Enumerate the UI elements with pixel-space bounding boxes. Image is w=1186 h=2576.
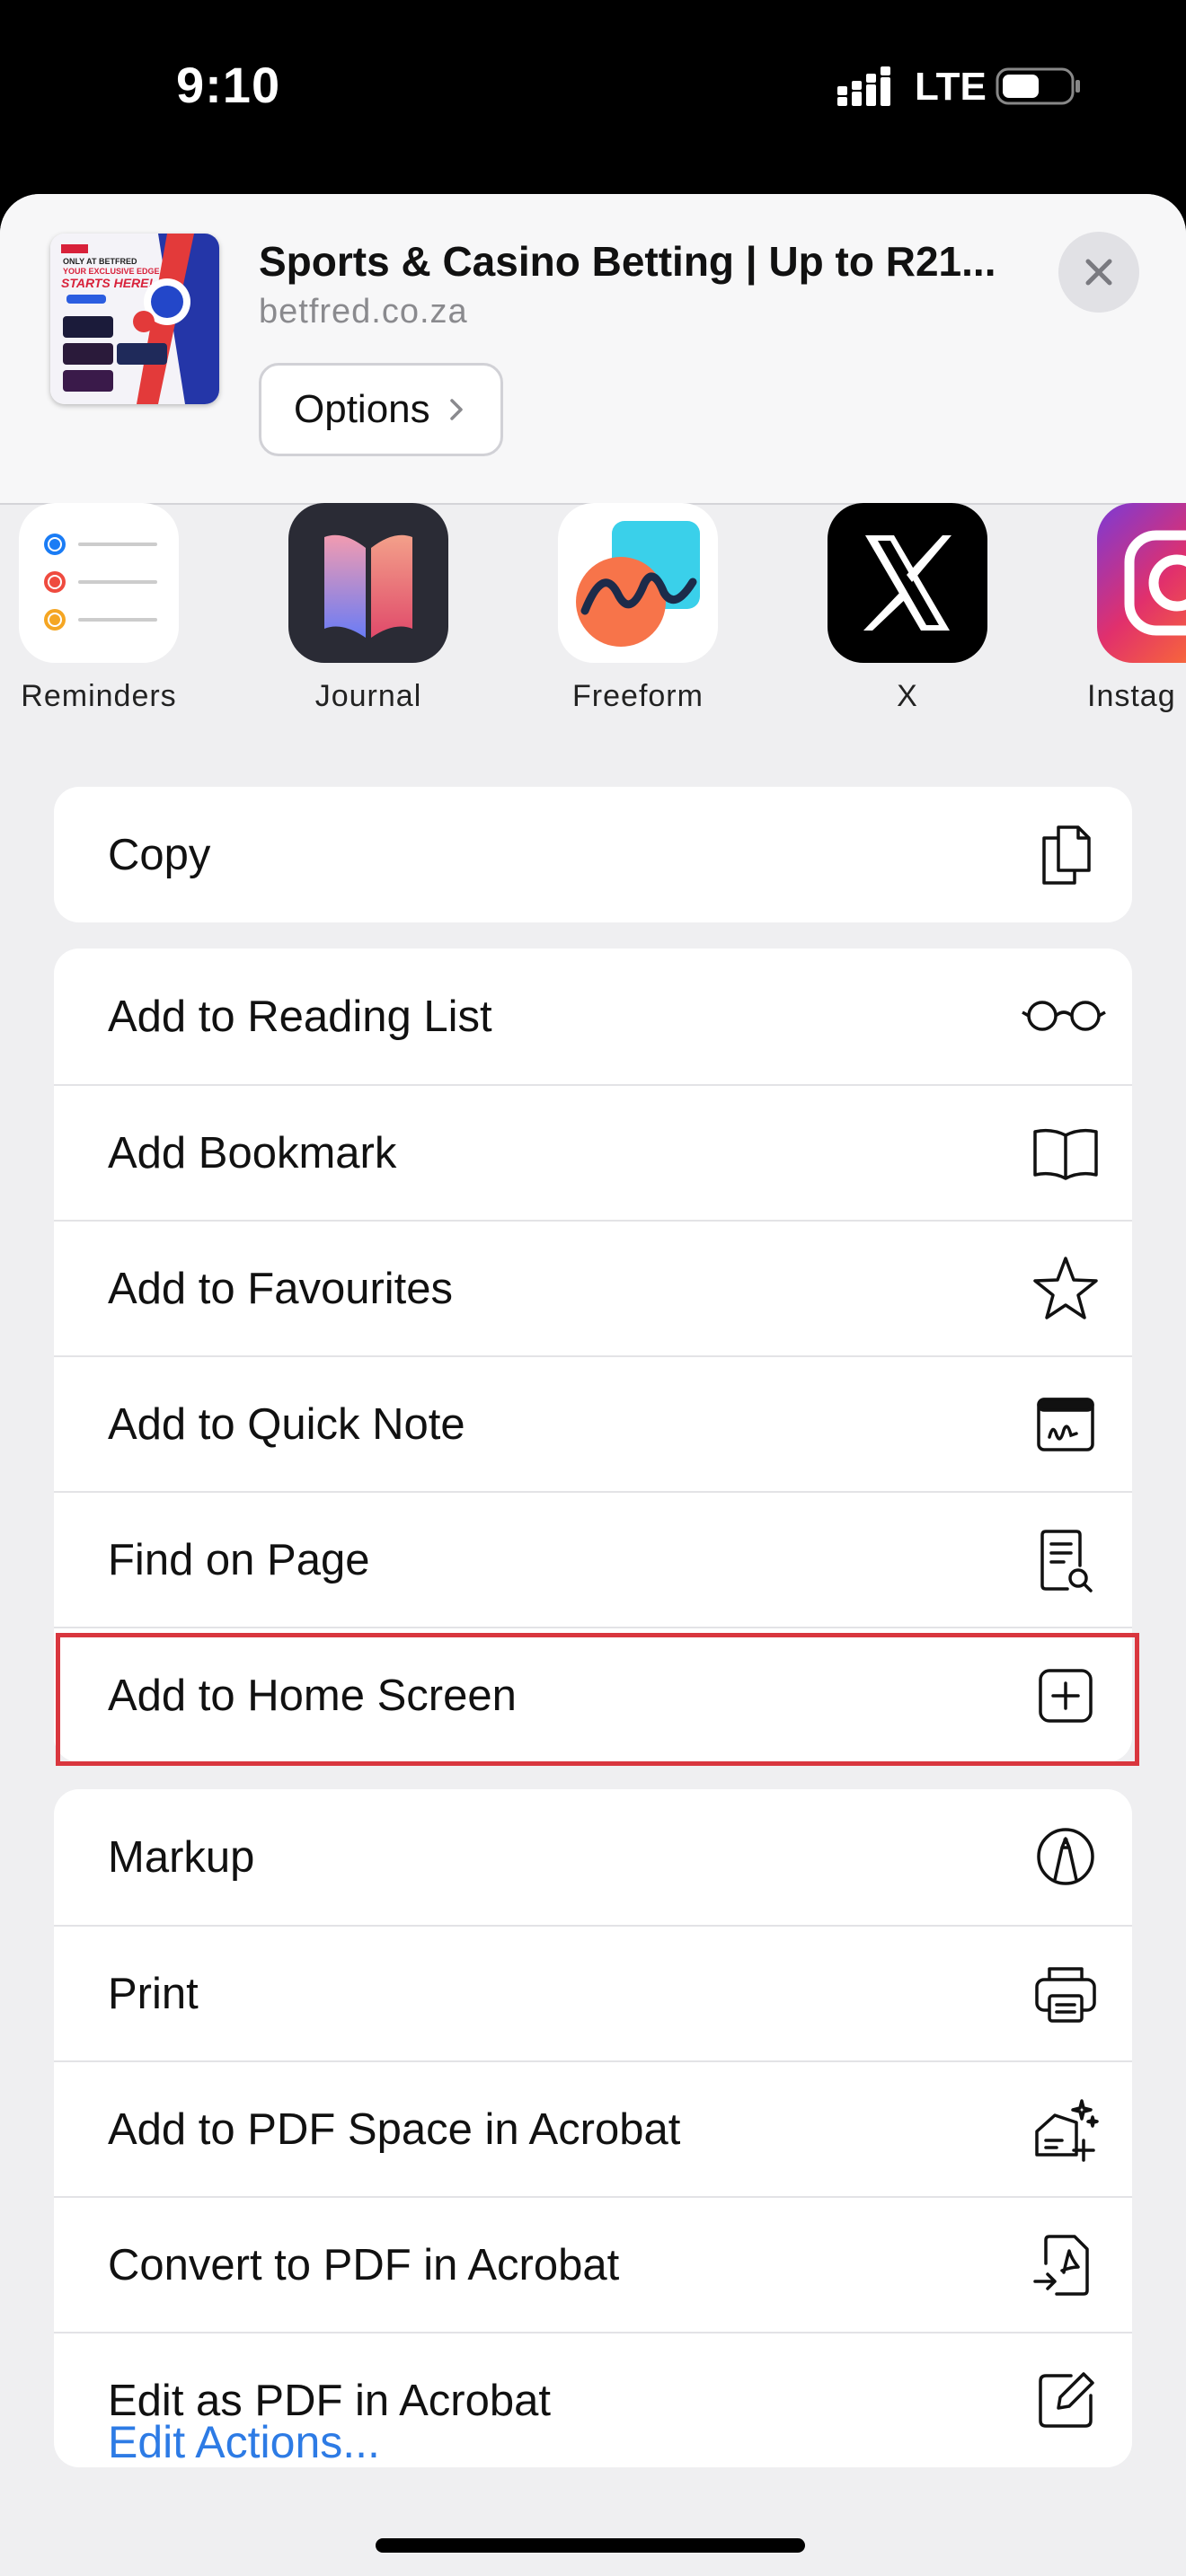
action-markup[interactable]: Markup (54, 1789, 1132, 1925)
action-label: Add to Home Screen (108, 1671, 517, 1720)
find-on-page-icon (1031, 1526, 1100, 1594)
action-add-to-pdf-space[interactable]: Add to PDF Space in Acrobat (54, 2060, 1132, 2196)
share-sheet: ONLY AT BETFRED YOUR EXCLUSIVE EDGE STAR… (0, 194, 1186, 2576)
options-label: Options (294, 387, 430, 431)
share-header: ONLY AT BETFRED YOUR EXCLUSIVE EDGE STAR… (0, 194, 1186, 505)
action-label: Add to Favourites (108, 1264, 454, 1313)
page-title: Sports & Casino Betting | Up to R21... (259, 238, 996, 285)
book-icon (1031, 1119, 1100, 1187)
action-label: Markup (108, 1832, 255, 1882)
app-label: Instag (1087, 679, 1176, 713)
action-label: Copy (108, 830, 211, 879)
action-label: Find on Page (108, 1535, 370, 1584)
star-icon (1031, 1255, 1100, 1323)
action-print[interactable]: Print (54, 1925, 1132, 2060)
action-find-on-page[interactable]: Find on Page (54, 1491, 1132, 1627)
thumb-line3: STARTS HERE! (61, 276, 153, 290)
action-group-copy: Copy (54, 787, 1132, 922)
close-icon (1085, 259, 1112, 286)
app-reminders[interactable]: Reminders (9, 503, 189, 714)
battery-icon (996, 66, 1082, 106)
action-add-to-home-screen[interactable]: Add to Home Screen (54, 1627, 1132, 1762)
action-add-to-reading-list[interactable]: Add to Reading List (54, 948, 1132, 1084)
edit-actions-link[interactable]: Edit Actions... (108, 2416, 380, 2468)
action-group-safari: Add to Reading List Add Bookmark Add to … (54, 948, 1132, 1762)
chevron-right-icon (449, 399, 463, 420)
action-label: Add to Quick Note (108, 1399, 465, 1449)
network-type: LTE (915, 65, 987, 109)
options-button[interactable]: Options (259, 363, 503, 456)
reminders-icon (19, 503, 179, 663)
action-group-acrobat: Markup Print Add to PDF Space in Acrobat (54, 1789, 1132, 2467)
copy-icon (1031, 820, 1100, 888)
status-time: 9:10 (176, 57, 281, 113)
action-label: Convert to PDF in Acrobat (108, 2240, 620, 2289)
app-label: Journal (314, 679, 422, 713)
action-label: Add to Reading List (108, 992, 492, 1041)
app-label: Freeform (572, 679, 704, 713)
app-x[interactable]: X (818, 503, 997, 714)
instagram-icon (1097, 503, 1186, 663)
thumb-line2: YOUR EXCLUSIVE EDGE (63, 267, 160, 276)
home-indicator (376, 2538, 805, 2553)
quick-note-icon (1031, 1390, 1100, 1459)
page-domain: betfred.co.za (259, 293, 468, 331)
action-label: Add to PDF Space in Acrobat (108, 2104, 681, 2154)
app-instagram[interactable]: Instag (1087, 503, 1186, 714)
freeform-icon (558, 503, 718, 663)
markup-icon (1031, 1822, 1100, 1891)
close-button[interactable] (1058, 232, 1139, 313)
glasses-icon (1021, 982, 1107, 1050)
action-add-bookmark[interactable]: Add Bookmark (54, 1084, 1132, 1220)
x-icon (828, 503, 987, 663)
edit-pdf-icon (1031, 2367, 1100, 2435)
page-thumbnail: ONLY AT BETFRED YOUR EXCLUSIVE EDGE STAR… (50, 234, 219, 404)
action-label: Print (108, 1969, 199, 2018)
app-journal[interactable]: Journal (279, 503, 458, 714)
convert-pdf-icon (1031, 2231, 1100, 2299)
app-label: Reminders (21, 679, 177, 713)
plus-square-icon (1031, 1662, 1100, 1730)
action-convert-to-pdf[interactable]: Convert to PDF in Acrobat (54, 2196, 1132, 2332)
action-add-to-favourites[interactable]: Add to Favourites (54, 1220, 1132, 1355)
thumb-line1: ONLY AT BETFRED (63, 257, 137, 266)
app-label: X (897, 679, 918, 713)
pdf-space-icon (1031, 2095, 1100, 2164)
action-add-to-quick-note[interactable]: Add to Quick Note (54, 1355, 1132, 1491)
signal-icon (837, 66, 893, 108)
app-freeform[interactable]: Freeform (548, 503, 728, 714)
action-copy[interactable]: Copy (54, 787, 1132, 922)
journal-icon (288, 503, 448, 663)
printer-icon (1031, 1960, 1100, 2028)
action-label: Add Bookmark (108, 1128, 397, 1178)
